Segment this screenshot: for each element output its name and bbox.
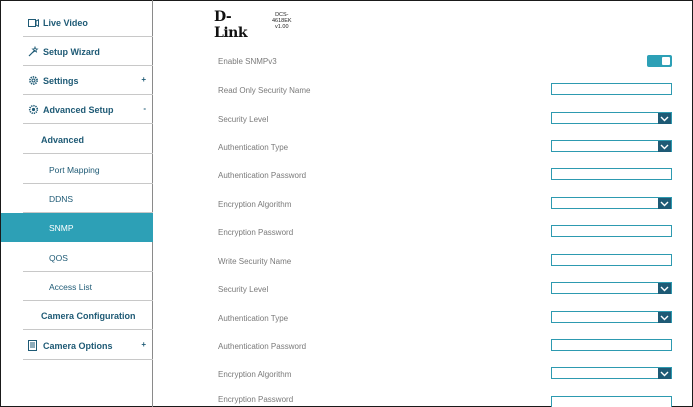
chevron-down-icon xyxy=(658,283,671,294)
form-row: Authentication Password xyxy=(218,338,674,358)
dlink-logo: D-Link xyxy=(214,9,248,41)
sidebar-item-label: Camera Options xyxy=(43,340,113,351)
authentication-type-select[interactable] xyxy=(551,140,672,152)
divider xyxy=(23,123,153,124)
sidebar-item-advanced-setup[interactable]: Advanced Setup - xyxy=(1,95,153,124)
sidebar-item-camera-options[interactable]: Camera Options + xyxy=(1,331,153,360)
security-level-select[interactable] xyxy=(551,282,672,294)
authentication-password-label: Authentication Password xyxy=(218,342,307,351)
chevron-down-icon xyxy=(658,198,671,209)
sidebar-item-label: DDNS xyxy=(49,193,74,204)
chevron-down-icon xyxy=(658,113,671,124)
divider xyxy=(23,359,153,360)
authentication-type-label: Authentication Type xyxy=(218,314,289,323)
collapse-icon[interactable]: - xyxy=(143,104,146,113)
divider xyxy=(23,329,153,330)
authentication-password-input[interactable] xyxy=(551,168,672,180)
gear-icon xyxy=(27,75,39,87)
enable-snmpv3-row: Enable SNMPv3 xyxy=(218,53,674,73)
encryption-algorithm-select[interactable] xyxy=(551,367,672,379)
sidebar-item-ddns[interactable]: DDNS xyxy=(1,184,153,213)
sidebar-item-port-mapping[interactable]: Port Mapping xyxy=(1,155,153,184)
sidebar-item-label: Advanced xyxy=(41,134,85,145)
sidebar-item-live-video[interactable]: Live Video xyxy=(1,8,153,37)
encryption-password-label: Encryption Password xyxy=(218,228,294,237)
security-level-label: Security Level xyxy=(218,285,269,294)
encryption-algorithm-label: Encryption Algorithm xyxy=(218,200,292,209)
expand-icon[interactable]: + xyxy=(141,340,146,349)
sidebar-item-label: QOS xyxy=(49,252,68,263)
write-security-name-input[interactable] xyxy=(551,254,672,266)
form-row: Read Only Security Name xyxy=(218,82,674,102)
form-row: Authentication Type xyxy=(218,139,674,159)
chevron-down-icon xyxy=(658,312,671,323)
encryption-algorithm-label: Encryption Algorithm xyxy=(218,370,292,379)
form-row: Encryption Password xyxy=(218,224,674,244)
enable-snmpv3-toggle[interactable] xyxy=(647,55,672,67)
encryption-algorithm-select[interactable] xyxy=(551,197,672,209)
sidebar-item-qos[interactable]: QOS xyxy=(1,243,153,272)
authentication-password-label: Authentication Password xyxy=(218,171,307,180)
toggle-knob xyxy=(662,57,670,65)
chevron-down-icon xyxy=(658,141,671,152)
sidebar-item-label: Port Mapping xyxy=(49,164,100,175)
advanced-gear-icon xyxy=(27,104,39,116)
read-only-security-name-label: Read Only Security Name xyxy=(218,86,311,95)
encryption-password-input[interactable] xyxy=(551,225,672,237)
authentication-type-label: Authentication Type xyxy=(218,143,289,152)
authentication-type-select[interactable] xyxy=(551,311,672,323)
sidebar-item-label: Access List xyxy=(49,281,92,292)
sidebar-item-settings[interactable]: Settings + xyxy=(1,66,153,95)
authentication-password-input[interactable] xyxy=(551,339,672,351)
sidebar-item-label: Settings xyxy=(43,75,79,86)
sidebar-item-access-list[interactable]: Access List xyxy=(1,272,153,301)
sidebar: Live Video Setup Wizard Settings + Advan… xyxy=(1,0,153,407)
security-level-label: Security Level xyxy=(218,115,269,124)
document-icon xyxy=(27,340,39,352)
model-name: DCS-4618EK xyxy=(272,12,292,24)
security-level-select[interactable] xyxy=(551,112,672,124)
encryption-password-input[interactable] xyxy=(551,396,672,407)
chevron-down-icon xyxy=(658,368,671,379)
write-security-name-label: Write Security Name xyxy=(218,257,292,266)
sidebar-item-label: Setup Wizard xyxy=(43,46,100,57)
device-model: DCS-4618EK v1.00 xyxy=(272,12,292,30)
divider xyxy=(23,153,153,154)
form-row: Encryption Algorithm xyxy=(218,196,674,216)
expand-icon[interactable]: + xyxy=(141,75,146,84)
read-only-security-name-input[interactable] xyxy=(551,83,672,95)
video-icon xyxy=(27,17,39,29)
sidebar-item-setup-wizard[interactable]: Setup Wizard xyxy=(1,37,153,66)
firmware-version: v1.00 xyxy=(275,24,289,30)
wand-icon xyxy=(27,46,39,58)
form-row: Encryption Algorithm xyxy=(218,366,674,386)
sidebar-item-label: Live Video xyxy=(43,17,88,28)
form-row: Write Security Name xyxy=(218,253,674,273)
sidebar-item-camera-configuration[interactable]: Camera Configuration xyxy=(1,301,153,330)
form-row: Authentication Type xyxy=(218,310,674,330)
sidebar-item-advanced[interactable]: Advanced xyxy=(1,125,153,154)
enable-snmpv3-label: Enable SNMPv3 xyxy=(218,57,277,66)
form-row: Security Level xyxy=(218,111,674,131)
form-row: Authentication Password xyxy=(218,167,674,187)
sidebar-item-snmp[interactable]: SNMP xyxy=(1,213,153,242)
encryption-password-label: Encryption Password xyxy=(218,395,294,404)
sidebar-item-label: SNMP xyxy=(49,222,74,233)
sidebar-item-label: Advanced Setup xyxy=(43,104,114,115)
form-row: Security Level xyxy=(218,281,674,301)
form-row: Encryption Password xyxy=(218,393,674,407)
sidebar-item-label: Camera Configuration xyxy=(41,310,136,321)
